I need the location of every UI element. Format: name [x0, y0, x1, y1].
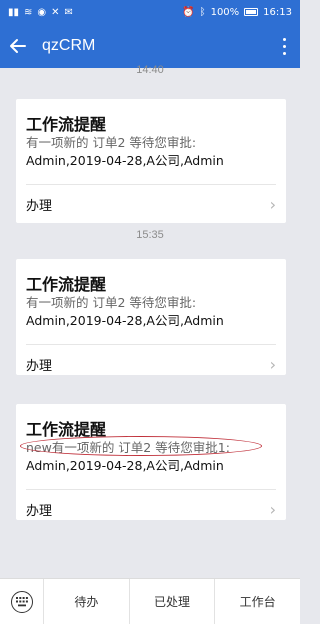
keyboard-icon — [10, 590, 33, 613]
card-message-line: 有一项新的 订单2 等待您审批: — [26, 295, 197, 310]
handle-label: 办理 — [26, 358, 53, 374]
more-options-button[interactable] — [268, 24, 300, 68]
tab-processed[interactable]: 已处理 — [130, 578, 216, 624]
signal-icon: ▮▮ — [8, 6, 20, 18]
card-title: 工作流提醒 — [26, 275, 107, 294]
arrow-left-icon — [10, 39, 26, 53]
annotation-ellipse — [20, 436, 262, 456]
card-title: 工作流提醒 — [26, 115, 107, 134]
workflow-card: 工作流提醒 new有一项新的 订单2 等待您审批1: Admin,2019-04… — [16, 404, 286, 520]
status-left-icons: ▮▮ ≋ ◉ ✕ ✉ — [8, 7, 182, 18]
timestamp: 14:40 — [136, 64, 164, 76]
more-vertical-icon — [282, 36, 286, 57]
clock: 16:13 — [263, 6, 292, 18]
chevron-right-icon: › — [269, 194, 276, 214]
workflow-card: 工作流提醒 有一项新的 订单2 等待您审批: Admin,2019-04-28,… — [16, 99, 286, 223]
timestamp: 15:35 — [136, 229, 164, 241]
tab-workbench[interactable]: 工作台 — [215, 579, 300, 624]
handle-action-row[interactable]: 办理 › — [16, 345, 286, 383]
handle-action-row[interactable]: 办理 › — [16, 490, 286, 528]
card-message-details: Admin,2019-04-28,A公司,Admin — [26, 313, 224, 328]
status-right: ⏰ ᛒ 100% 16:13 — [182, 7, 292, 18]
bottom-bar: 待办 已处理 工作台 — [0, 578, 300, 624]
handle-label: 办理 — [26, 503, 53, 519]
card-message: 有一项新的 订单2 等待您审批: Admin,2019-04-28,A公司,Ad… — [26, 294, 276, 330]
battery-icon — [244, 8, 259, 16]
battery-percent: 100% — [210, 6, 240, 18]
handle-action-row[interactable]: 办理 › — [16, 185, 286, 223]
app-title: qzCRM — [42, 37, 96, 54]
mail-icon: ✉ — [64, 6, 73, 18]
cross-icon: ✕ — [51, 6, 60, 18]
app-bar: qzCRM — [0, 24, 300, 68]
handle-label: 办理 — [26, 198, 53, 214]
alarm-icon: ⏰ — [182, 6, 195, 18]
wifi-icon: ≋ — [24, 6, 33, 18]
card-message-details: Admin,2019-04-28,A公司,Admin — [26, 153, 224, 168]
workflow-card: 工作流提醒 有一项新的 订单2 等待您审批: Admin,2019-04-28,… — [16, 259, 286, 375]
status-bar: ▮▮ ≋ ◉ ✕ ✉ ⏰ ᛒ 100% 16:13 — [0, 0, 300, 24]
card-message: 有一项新的 订单2 等待您审批: Admin,2019-04-28,A公司,Ad… — [26, 134, 276, 170]
tab-pending[interactable]: 待办 — [44, 578, 130, 624]
chevron-right-icon: › — [269, 354, 276, 374]
keyboard-button[interactable] — [0, 578, 44, 624]
card-message-line: 有一项新的 订单2 等待您审批: — [26, 135, 197, 150]
chevron-right-icon: › — [269, 499, 276, 519]
eye-icon: ◉ — [37, 6, 47, 18]
back-button[interactable] — [0, 24, 36, 68]
bluetooth-icon: ᛒ — [199, 6, 206, 18]
card-message-details: Admin,2019-04-28,A公司,Admin — [26, 458, 224, 473]
